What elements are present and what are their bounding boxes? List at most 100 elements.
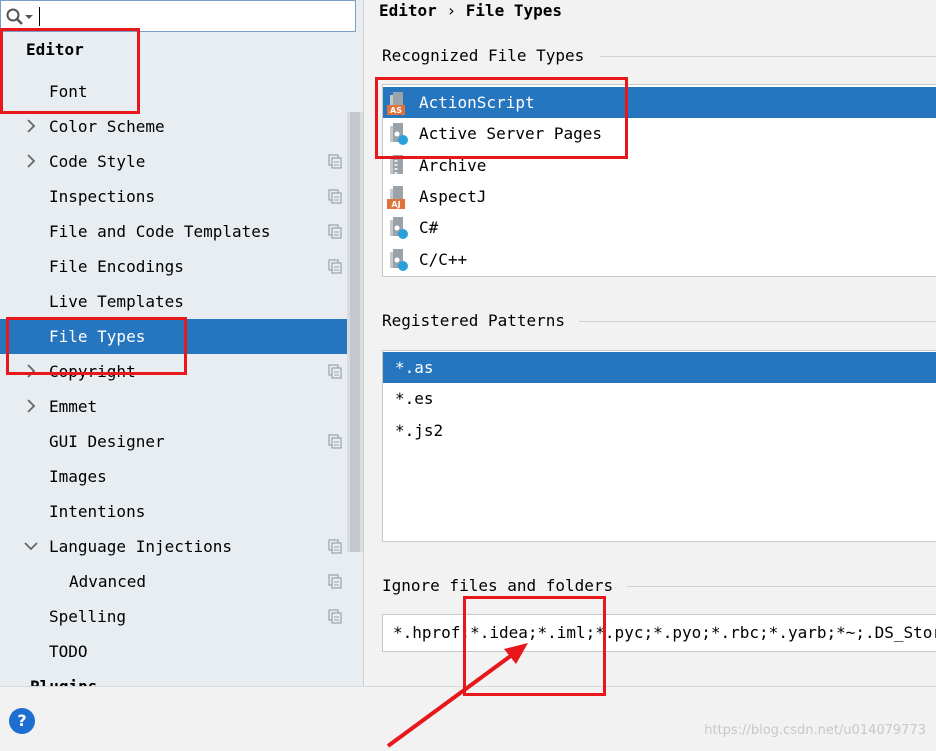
sidebar-item-label: Plugins (30, 669, 97, 686)
sidebar-item-label: Font (49, 82, 88, 101)
sidebar-item-label: Editor (26, 40, 84, 59)
sidebar-item-file-and-code-templates[interactable]: File and Code Templates (0, 214, 363, 249)
sidebar-item-inspections[interactable]: Inspections (0, 179, 363, 214)
search-input[interactable] (39, 7, 40, 26)
chevron-right-icon[interactable] (24, 354, 38, 389)
sidebar-item-label: File Types (49, 327, 146, 346)
ignore-files-title: Ignore files and folders (382, 576, 614, 595)
project-settings-icon (328, 574, 342, 589)
sidebar-item-label: Inspections (49, 187, 155, 206)
asp-file-icon (390, 123, 408, 146)
section-divider (600, 56, 936, 57)
project-settings-icon (328, 224, 342, 239)
pattern-row[interactable]: *.js2 (383, 415, 936, 446)
sidebar-item-plugins[interactable]: Plugins (0, 669, 363, 686)
section-divider (627, 586, 936, 587)
sidebar-item-file-types[interactable]: File Types (0, 319, 363, 354)
sidebar-item-copyright[interactable]: Copyright (0, 354, 363, 389)
chevron-down-icon[interactable] (24, 529, 38, 564)
file-type-label: Active Server Pages (419, 124, 603, 144)
breadcrumb-current: File Types (465, 1, 563, 20)
file-type-row[interactable]: C/C++ (383, 244, 936, 275)
sidebar-item-emmet[interactable]: Emmet (0, 389, 363, 424)
sidebar-item-label: GUI Designer (49, 432, 165, 451)
sidebar-item-live-templates[interactable]: Live Templates (0, 284, 363, 319)
sidebar-item-label: Intentions (49, 502, 146, 521)
recognized-file-types-title: Recognized File Types (382, 46, 585, 65)
settings-sidebar: Editor Font Color Scheme Code Style Inspecti… (0, 0, 364, 686)
sidebar-item-label: Emmet (49, 397, 98, 416)
help-button[interactable]: ? (9, 708, 35, 734)
sidebar-scrollbar[interactable] (347, 112, 363, 552)
csharp-file-icon (390, 217, 408, 240)
project-settings-icon (328, 154, 342, 169)
registered-patterns-title: Registered Patterns (382, 311, 566, 330)
file-type-label: AspectJ (419, 186, 487, 206)
breadcrumb-parent[interactable]: Editor (379, 1, 437, 20)
svg-text:AJ: AJ (391, 200, 400, 209)
archive-file-icon (390, 154, 403, 174)
registered-patterns-list[interactable]: *.as *.es *.js2 (382, 350, 936, 542)
pattern-row[interactable]: *.as (383, 352, 936, 383)
breadcrumb-separator: › (446, 1, 457, 20)
sidebar-scrollbar-thumb[interactable] (350, 112, 360, 552)
project-settings-icon (328, 364, 342, 379)
dialog-footer: ? https://blog.csdn.net/u014079773 (0, 686, 936, 751)
sidebar-item-label: Color Scheme (49, 117, 165, 136)
file-type-row[interactable]: C# (383, 212, 936, 243)
watermark: https://blog.csdn.net/u014079773 (704, 723, 926, 738)
sidebar-item-label: TODO (49, 642, 88, 661)
sidebar-item-code-style[interactable]: Code Style (0, 144, 363, 179)
sidebar-item-file-encodings[interactable]: File Encodings (0, 249, 363, 284)
sidebar-item-label: Code Style (49, 152, 146, 171)
file-type-label: Archive (419, 155, 487, 175)
cpp-file-icon (390, 248, 408, 271)
chevron-right-icon[interactable] (24, 389, 38, 424)
sidebar-item-language-injections[interactable]: Language Injections (0, 529, 363, 564)
sidebar-item-intentions[interactable]: Intentions (0, 494, 363, 529)
file-type-row[interactable]: Active Server Pages (383, 118, 936, 149)
pattern-label: *.es (395, 389, 434, 409)
project-settings-icon (328, 434, 342, 449)
pattern-label: *.js2 (395, 420, 444, 440)
sidebar-item-label: Language Injections (49, 537, 233, 556)
sidebar-item-images[interactable]: Images (0, 459, 363, 494)
sidebar-item-advanced[interactable]: Advanced (0, 564, 363, 599)
sidebar-item-label: Advanced (69, 572, 147, 591)
sidebar-item-font[interactable]: Font (0, 74, 363, 109)
sidebar-item-color-scheme[interactable]: Color Scheme (0, 109, 363, 144)
breadcrumb: Editor › File Types (379, 0, 562, 22)
aspectj-file-icon: AJ (387, 185, 405, 209)
file-type-row[interactable]: Archive (383, 150, 936, 181)
project-settings-icon (328, 189, 342, 204)
ignore-files-input[interactable]: *.hprof;*.idea;*.iml;*.pyc;*.pyo;*.rbc;*… (382, 614, 936, 652)
recognized-file-types-list[interactable]: AS ActionScript Active Server Pages Archive… (382, 84, 936, 277)
sidebar-item-label: File and Code Templates (49, 222, 271, 241)
search-field[interactable] (0, 0, 356, 32)
file-type-label: ActionScript (419, 93, 535, 112)
project-settings-icon (328, 539, 342, 554)
sidebar-item-spelling[interactable]: Spelling (0, 599, 363, 634)
sidebar-item-label: Copyright (49, 362, 136, 381)
sidebar-item-todo[interactable]: TODO (0, 634, 363, 669)
pattern-row[interactable]: *.es (383, 383, 936, 414)
project-settings-icon (328, 609, 342, 624)
sidebar-item-editor[interactable]: Editor (0, 34, 363, 66)
chevron-right-icon[interactable] (24, 109, 38, 144)
file-type-label: C/C++ (419, 249, 468, 269)
file-types-panel: Editor › File Types Recognized File Type… (365, 0, 936, 686)
actionscript-file-icon: AS (387, 92, 405, 115)
sidebar-item-gui-designer[interactable]: GUI Designer (0, 424, 363, 459)
svg-text:AS: AS (390, 106, 402, 115)
project-settings-icon (328, 259, 342, 274)
sidebar-item-label: File Encodings (49, 257, 184, 276)
sidebar-item-label: Live Templates (49, 292, 184, 311)
chevron-right-icon[interactable] (24, 144, 38, 179)
sidebar-item-label: Images (49, 467, 107, 486)
sidebar-item-label: Spelling (49, 607, 127, 626)
file-type-label: C# (419, 218, 439, 238)
search-icon[interactable] (5, 7, 35, 27)
file-type-row[interactable]: AS ActionScript (383, 87, 936, 118)
section-divider (579, 321, 936, 322)
file-type-row[interactable]: AJ AspectJ (383, 181, 936, 212)
